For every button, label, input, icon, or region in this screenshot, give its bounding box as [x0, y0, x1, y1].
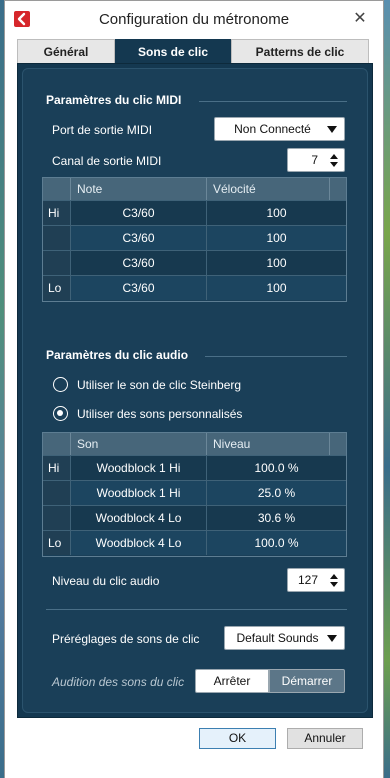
ok-button[interactable]: OK	[199, 728, 276, 749]
presets-dropdown[interactable]: Default Sounds	[224, 626, 345, 650]
settings-container: Paramètres du clic MIDI Port de sortie M…	[22, 68, 368, 713]
note-cell[interactable]: C3/60	[71, 251, 207, 275]
tab-click-patterns[interactable]: Patterns de clic	[231, 39, 369, 63]
level-cell[interactable]: 25.0 %	[207, 481, 346, 505]
audio-level-label: Niveau du clic audio	[52, 574, 160, 588]
velocity-cell[interactable]: 100	[207, 276, 346, 300]
velocity-cell[interactable]: 100	[207, 251, 346, 275]
stepper-down-icon[interactable]	[330, 162, 338, 167]
table-row[interactable]: Lo Woodblock 4 Lo 100.0 %	[43, 530, 346, 555]
chevron-down-icon	[327, 635, 337, 642]
row-side-label	[43, 251, 71, 275]
velocity-cell[interactable]: 100	[207, 201, 346, 225]
start-button[interactable]: Démarrer	[269, 669, 345, 693]
close-button[interactable]: ✕	[351, 10, 369, 28]
title-bar: Configuration du métronome ✕	[5, 1, 383, 37]
presets-divider	[46, 609, 347, 610]
midi-table-header: Note Vélocité	[43, 178, 346, 200]
midi-notes-table: Note Vélocité Hi C3/60 100 C3/60 100 C3/…	[42, 177, 347, 302]
row-side-label: Hi	[43, 201, 71, 225]
midi-header-note: Note	[71, 178, 207, 200]
audio-header-sound: Son	[71, 433, 207, 455]
midi-port-label: Port de sortie MIDI	[52, 123, 153, 137]
level-cell[interactable]: 100.0 %	[207, 531, 346, 555]
audio-section-divider	[205, 356, 347, 357]
table-row[interactable]: Lo C3/60 100	[43, 275, 346, 300]
audio-sounds-table: Son Niveau Hi Woodblock 1 Hi 100.0 % Woo…	[42, 432, 347, 557]
midi-header-velocity: Vélocité	[207, 178, 330, 200]
close-icon: ✕	[353, 10, 367, 27]
midi-channel-stepper[interactable]: 7	[287, 148, 345, 172]
table-row[interactable]: C3/60 100	[43, 225, 346, 250]
level-cell[interactable]: 30.6 %	[207, 506, 346, 530]
sound-cell[interactable]: Woodblock 4 Lo	[71, 506, 207, 530]
note-cell[interactable]: C3/60	[71, 276, 207, 300]
presets-value: Default Sounds	[236, 631, 319, 645]
tab-bar: Général Sons de clic Patterns de clic	[17, 39, 369, 63]
audition-buttons: Arrêter Démarrer	[195, 669, 345, 693]
audio-level-stepper[interactable]: 127	[287, 568, 345, 592]
steinberg-sound-radio[interactable]	[53, 377, 68, 392]
metronome-dialog: Configuration du métronome ✕ Général Son…	[4, 0, 384, 778]
table-row[interactable]: Woodblock 4 Lo 30.6 %	[43, 505, 346, 530]
table-row[interactable]: C3/60 100	[43, 250, 346, 275]
sound-cell[interactable]: Woodblock 1 Hi	[71, 481, 207, 505]
table-row[interactable]: Hi Woodblock 1 Hi 100.0 %	[43, 455, 346, 480]
audio-table-header: Son Niveau	[43, 433, 346, 455]
velocity-cell[interactable]: 100	[207, 226, 346, 250]
midi-section-divider	[199, 101, 347, 102]
stepper-up-icon[interactable]	[330, 154, 338, 159]
note-cell[interactable]: C3/60	[71, 201, 207, 225]
audio-level-value: 127	[297, 573, 318, 587]
tab-click-sounds[interactable]: Sons de clic	[115, 39, 231, 63]
stepper-down-icon[interactable]	[330, 582, 338, 587]
window-title: Configuration du métronome	[98, 11, 290, 28]
midi-channel-label: Canal de sortie MIDI	[52, 154, 162, 168]
stop-button[interactable]: Arrêter	[195, 669, 269, 693]
row-side-label	[43, 226, 71, 250]
row-side-label: Lo	[43, 276, 71, 300]
custom-sounds-label[interactable]: Utiliser des sons personnalisés	[77, 407, 242, 421]
midi-channel-value: 7	[311, 153, 318, 167]
presets-label: Préréglages de sons de clic	[52, 632, 200, 646]
custom-sounds-radio[interactable]	[53, 406, 68, 421]
midi-port-value: Non Connecté	[234, 122, 311, 136]
sound-cell[interactable]: Woodblock 1 Hi	[71, 456, 207, 480]
stepper-up-icon[interactable]	[330, 574, 338, 579]
chevron-down-icon	[327, 126, 337, 133]
dialog-footer: OK Annuler	[5, 718, 383, 778]
cancel-button[interactable]: Annuler	[287, 728, 363, 749]
level-cell[interactable]: 100.0 %	[207, 456, 346, 480]
midi-section-title: Paramètres du clic MIDI	[46, 93, 182, 107]
row-side-label: Lo	[43, 531, 71, 555]
click-sounds-panel: Paramètres du clic MIDI Port de sortie M…	[17, 63, 373, 718]
audio-header-level: Niveau	[207, 433, 330, 455]
row-side-label	[43, 481, 71, 505]
sound-cell[interactable]: Woodblock 4 Lo	[71, 531, 207, 555]
steinberg-sound-label[interactable]: Utiliser le son de clic Steinberg	[77, 378, 241, 392]
audition-label: Audition des sons du clic	[52, 675, 185, 689]
table-row[interactable]: Hi C3/60 100	[43, 200, 346, 225]
background-right-edge	[384, 0, 390, 778]
audio-header-side	[43, 433, 71, 455]
midi-port-dropdown[interactable]: Non Connecté	[214, 117, 345, 141]
row-side-label: Hi	[43, 456, 71, 480]
radio-selected-dot	[57, 410, 63, 416]
note-cell[interactable]: C3/60	[71, 226, 207, 250]
audio-section-title: Paramètres du clic audio	[46, 348, 189, 362]
row-side-label	[43, 506, 71, 530]
tab-general[interactable]: Général	[17, 39, 115, 63]
table-row[interactable]: Woodblock 1 Hi 25.0 %	[43, 480, 346, 505]
midi-header-side	[43, 178, 71, 200]
